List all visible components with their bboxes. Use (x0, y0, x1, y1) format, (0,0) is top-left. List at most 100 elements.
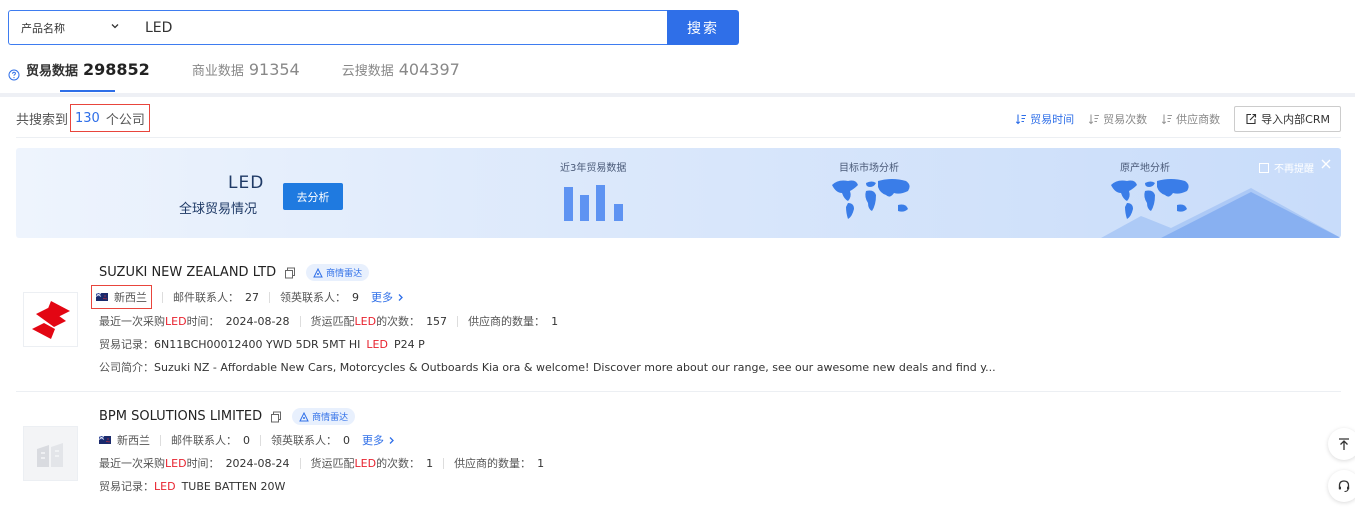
search-type-label: 产品名称 (21, 21, 65, 35)
supplier-count: 1 (551, 314, 559, 328)
bar-chart-illustration (564, 183, 628, 221)
section-label-target-market: 目标市场分析 (839, 163, 899, 174)
badge-label: 商情雷达 (326, 269, 363, 279)
market-radar-badge[interactable]: 商情雷达 (292, 408, 356, 425)
company-card: SUZUKI NEW ZEALAND LTD 商情雷达 新西兰 邮件联系人： 2… (16, 255, 1341, 392)
label-text: 货运匹配 (310, 457, 355, 470)
label-text: 时间： (186, 457, 220, 470)
results-panel: 共搜索到 130 个公司 贸易时间 贸易次数 供应商数 导入内部CRM LED … (0, 97, 1355, 512)
label-text: 最近一次采购 (99, 457, 165, 470)
market-radar-badge[interactable]: 商情雷达 (306, 264, 370, 281)
divider (299, 315, 301, 327)
sort-supplier-count[interactable]: 供应商数 (1161, 111, 1220, 127)
trade-record-row: 贸易记录： 6N11BCH00012400 YWD 5DR 5MT HI LED… (99, 336, 425, 352)
copy-icon[interactable] (270, 411, 282, 423)
sort-bar: 贸易时间 贸易次数 供应商数 导入内部CRM (1001, 106, 1341, 132)
banner-keyword: LED (228, 173, 265, 193)
last-purchase-date: 2024-08-24 (225, 456, 290, 470)
badge-label: 商情雷达 (312, 413, 349, 423)
search-header: 产品名称 搜索 贸易数据 298852 商业数据 91354 云搜数据 4043… (0, 0, 1355, 93)
sort-icon (1089, 114, 1100, 125)
company-name-row: SUZUKI NEW ZEALAND LTD 商情雷达 (99, 264, 370, 281)
copy-icon[interactable] (284, 267, 296, 279)
sort-trade-time[interactable]: 贸易时间 (1015, 111, 1074, 127)
arrow-up-icon (1339, 438, 1349, 450)
bar-icon (564, 187, 573, 221)
search-input[interactable] (145, 11, 655, 44)
email-contacts-label: 邮件联系人： (173, 291, 239, 304)
more-link[interactable]: 更多 (371, 289, 405, 305)
more-label: 更多 (362, 434, 384, 447)
divider (269, 291, 270, 303)
back-to-top-button[interactable] (1328, 428, 1355, 460)
tab-count: 298852 (83, 60, 150, 79)
sort-trade-count[interactable]: 贸易次数 (1088, 111, 1147, 127)
search-button[interactable]: 搜索 (667, 10, 739, 45)
company-name[interactable]: SUZUKI NEW ZEALAND LTD (99, 265, 276, 280)
result-count: 130 (75, 110, 100, 126)
linkedin-contacts-count: 0 (343, 433, 350, 447)
company-intro-row: 公司简介： Suzuki NZ - Affordable New Cars, M… (99, 359, 996, 375)
trade-record-text: P24 P (393, 337, 425, 351)
email-contacts-count: 0 (243, 433, 250, 447)
nz-flag-icon (96, 293, 108, 301)
tab-label: 云搜数据 (341, 64, 394, 79)
email-contacts-label: 邮件联系人： (171, 434, 237, 447)
shipment-match-count: 157 (426, 314, 448, 328)
search-type-select[interactable]: 产品名称 (9, 11, 129, 44)
tab-cloud-search-data[interactable]: 云搜数据 404397 (342, 56, 460, 89)
company-logo[interactable] (23, 292, 78, 347)
company-logo-placeholder[interactable] (23, 426, 78, 481)
close-icon[interactable] (1320, 158, 1332, 170)
label-text: 货运匹配 (310, 315, 355, 328)
last-purchase-label: 最近一次采购LED时间： (99, 455, 220, 471)
supplier-count-label: 供应商的数量： (468, 315, 546, 328)
tab-business-data[interactable]: 商业数据 91354 (192, 56, 300, 89)
mountain-decoration (1101, 188, 1341, 238)
keyword-highlight: LED (354, 315, 377, 328)
tab-trade-data[interactable]: 贸易数据 298852 (8, 56, 150, 92)
label-text: 的次数： (376, 315, 421, 328)
result-prefix: 共搜索到 (16, 112, 69, 128)
sort-label: 贸易时间 (1030, 113, 1075, 126)
world-map-icon (832, 179, 910, 219)
more-label: 更多 (371, 291, 393, 304)
shipment-match-label: 货运匹配LED的次数： (311, 455, 421, 471)
help-circle-icon[interactable] (8, 69, 20, 81)
customer-service-button[interactable] (1328, 470, 1355, 502)
company-card: BPM SOLUTIONS LIMITED 商情雷达 新西兰 邮件联系人： 0 … (16, 400, 1341, 512)
supplier-count: 1 (537, 456, 545, 470)
more-link[interactable]: 更多 (362, 432, 396, 448)
import-crm-button[interactable]: 导入内部CRM (1234, 106, 1341, 132)
last-purchase-date: 2024-08-28 (225, 314, 290, 328)
no-remind-toggle[interactable]: 不再提醒 (1259, 160, 1314, 175)
intro-label: 公司简介： (99, 361, 154, 374)
nz-flag-icon (99, 436, 111, 444)
sort-icon (1016, 114, 1027, 125)
chevron-right-icon (398, 293, 403, 301)
section-label-origin: 原产地分析 (1120, 163, 1170, 174)
country: 新西兰 (96, 289, 147, 305)
keyword-highlight: LED (154, 479, 176, 493)
company-name[interactable]: BPM SOLUTIONS LIMITED (99, 409, 262, 424)
data-source-tabs: 贸易数据 298852 商业数据 91354 云搜数据 404397 (8, 56, 502, 93)
sort-label: 贸易次数 (1103, 113, 1148, 126)
country-highlight: 新西兰 (91, 285, 152, 309)
no-remind-checkbox[interactable] (1259, 162, 1269, 173)
label-text: 的次数： (376, 457, 421, 470)
import-crm-label: 导入内部CRM (1261, 113, 1330, 126)
keyword-highlight: LED (165, 457, 187, 470)
country: 新西兰 (99, 432, 150, 448)
analyze-button[interactable]: 去分析 (283, 183, 343, 210)
contact-row: 新西兰 邮件联系人： 27 领英联系人： 9 更多 (91, 285, 405, 309)
divider (260, 434, 261, 446)
linkedin-contacts-label: 领英联系人： (271, 434, 337, 447)
company-name-row: BPM SOLUTIONS LIMITED 商情雷达 (99, 408, 356, 425)
divider (162, 291, 163, 303)
linkedin-contacts-count: 9 (352, 290, 359, 304)
sort-icon (1162, 114, 1173, 125)
divider (160, 434, 161, 446)
radar-icon (299, 411, 309, 421)
trade-record-label: 贸易记录： (99, 480, 154, 493)
trade-record-row: 贸易记录： LED TUBE BATTEN 20W (99, 478, 285, 494)
